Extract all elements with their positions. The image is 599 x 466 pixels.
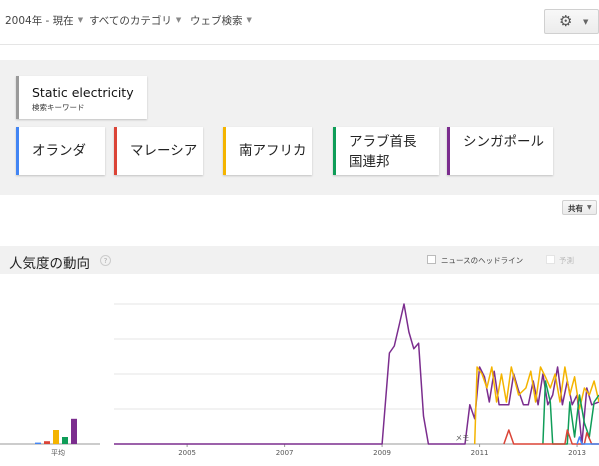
region-label: マレーシア (130, 143, 198, 159)
average-bar (35, 442, 41, 444)
x-tick-label: 2007 (276, 449, 294, 457)
region-label: シンガポール (463, 134, 544, 150)
gear-icon: ⚙ (559, 12, 573, 30)
filter-bar: 2004年 - 現在 ▼ すべてのカテゴリ ▼ ウェブ検索 ▼ ⚙ ▼ (0, 0, 599, 45)
interest-chart-svg: 平均 2005 2007 2009 2011 2013 メモ (0, 303, 599, 457)
forecast-checkbox[interactable] (546, 255, 555, 264)
x-tick-label: 2005 (178, 449, 196, 457)
average-label: 平均 (51, 448, 65, 457)
x-tick-label: 2011 (471, 449, 489, 457)
average-bar (62, 437, 68, 444)
time-range-filter[interactable]: 2004年 - 現在 ▼ (5, 13, 83, 28)
chevron-down-icon: ▼ (77, 16, 84, 24)
x-tick-label: 2009 (373, 449, 391, 457)
help-icon[interactable]: ? (100, 255, 111, 266)
series-line (576, 436, 599, 445)
average-bar (71, 418, 77, 444)
region-label: オランダ (32, 143, 86, 159)
region-label: アラブ首長 国連邦 (349, 134, 417, 170)
region-card-singapore[interactable]: シンガポール (447, 127, 553, 175)
region-card-netherlands[interactable]: オランダ (16, 127, 105, 175)
search-term-card[interactable]: Static electricity 検索キーワード (16, 76, 147, 119)
average-bar (53, 430, 59, 444)
chevron-down-icon: ▼ (587, 204, 592, 211)
time-range-label: 2004年 - 現在 (5, 15, 74, 27)
chevron-down-icon: ▼ (246, 16, 252, 24)
search-term-name: Static electricity (32, 85, 134, 100)
x-tick-label: 2013 (568, 449, 586, 457)
region-card-uae[interactable]: アラブ首長 国連邦 (333, 127, 439, 175)
chevron-down-icon: ▼ (583, 18, 589, 26)
settings-button[interactable]: ⚙ ▼ (544, 9, 599, 34)
search-type-filter[interactable]: ウェブ検索 ▼ (190, 13, 252, 28)
chevron-down-icon: ▼ (175, 16, 182, 24)
average-bar (44, 441, 50, 444)
share-label: 共有 (568, 204, 583, 213)
note-marker-label: メモ (455, 434, 469, 442)
region-card-malaysia[interactable]: マレーシア (114, 127, 203, 175)
region-card-south-africa[interactable]: 南アフリカ (223, 127, 312, 175)
share-button[interactable]: 共有 ▼ (562, 200, 597, 215)
forecast-label: 予測 (559, 256, 574, 265)
interest-title: 人気度の動向 (9, 256, 90, 272)
news-headlines-checkbox[interactable] (427, 255, 436, 264)
news-headlines-label: ニュースのヘッドライン (441, 256, 524, 265)
category-filter[interactable]: すべてのカテゴリ ▼ (89, 13, 181, 28)
interest-chart: 平均 2005 2007 2009 2011 2013 メモ (0, 274, 599, 466)
category-label: すべてのカテゴリ (89, 15, 172, 27)
interest-header: 人気度の動向 ? ニュースのヘッドライン 予測 (0, 246, 599, 274)
search-term-type: 検索キーワード (32, 103, 85, 112)
search-type-label: ウェブ検索 (190, 15, 243, 27)
term-panel: Static electricity 検索キーワード オランダ マレーシア 南ア… (0, 60, 599, 195)
region-label: 南アフリカ (239, 143, 307, 159)
